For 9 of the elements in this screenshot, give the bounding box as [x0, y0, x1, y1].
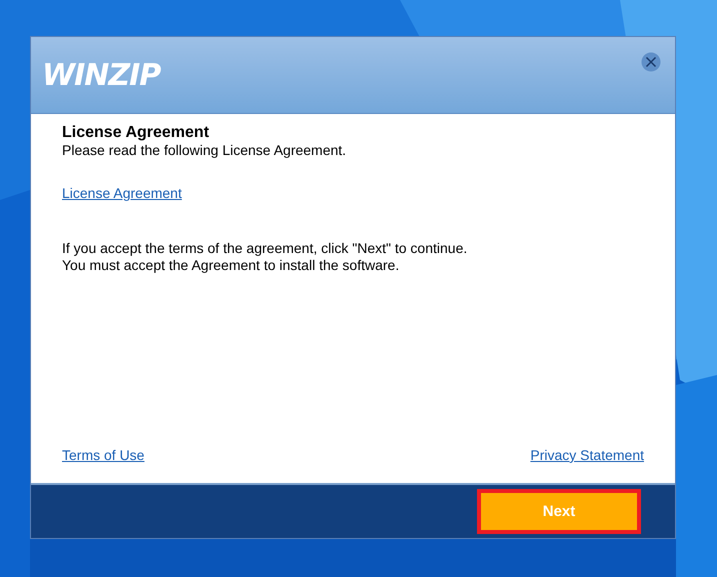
- logo: WINZIP: [42, 58, 160, 92]
- heading: License Agreement: [62, 124, 210, 142]
- license-link[interactable]: License Agreement: [62, 185, 182, 201]
- footer-link[interactable]: Terms of Use: [62, 447, 144, 463]
- subtitle: Please read the following License Agreement.: [62, 142, 348, 159]
- instruction-text: If you accept the terms of the agreement, click "Next" to continue.: [62, 240, 468, 257]
- footer-link[interactable]: Privacy Statement: [530, 447, 644, 463]
- close-icon[interactable]: [641, 52, 661, 72]
- instruction-text: You must accept the Agreement to install the software.: [62, 257, 400, 274]
